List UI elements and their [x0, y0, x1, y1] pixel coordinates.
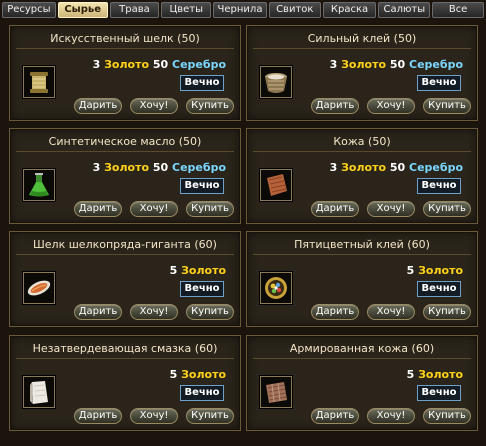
buy-button[interactable]: Купить — [423, 408, 471, 424]
item-card: Сильный клей (50) 3 Золото 50 Серебро Ве… — [246, 25, 478, 121]
item-title: Синтетическое масло (50) — [16, 133, 234, 152]
tab-raw-materials[interactable]: Сырье — [57, 2, 108, 18]
buy-button[interactable]: Купить — [186, 304, 234, 320]
five-color-glue-icon[interactable] — [260, 272, 292, 304]
price-gold-label: Золото — [104, 58, 150, 71]
gift-button[interactable]: Дарить — [74, 408, 122, 424]
gift-button[interactable]: Дарить — [311, 408, 359, 424]
item-title: Незатвердевающая смазка (60) — [16, 340, 234, 359]
price-gold-amount: 5 — [406, 264, 415, 277]
duration-badge: Вечно — [180, 385, 224, 401]
price-gold-label: Золото — [341, 161, 387, 174]
price-gold-amount: 3 — [92, 161, 101, 174]
price-gold-label: Золото — [104, 161, 150, 174]
item-price: 3 Золото 50 Серебро — [330, 58, 463, 71]
item-price: 3 Золото 50 Серебро — [93, 161, 226, 174]
price-silver-amount: 50 — [152, 161, 169, 174]
item-price: 5 Золото — [170, 264, 226, 277]
gift-button[interactable]: Дарить — [311, 201, 359, 217]
item-card: Пятицветный клей (60) 5 Золото Вечно Дар… — [246, 231, 478, 327]
glue-basket-icon[interactable] — [260, 66, 292, 98]
tab-resources[interactable]: Ресурсы — [2, 2, 56, 18]
price-silver-label: Серебро — [409, 161, 463, 174]
price-silver-amount: 50 — [389, 58, 406, 71]
price-gold-label: Золото — [418, 264, 463, 277]
price-gold-label: Золото — [341, 58, 387, 71]
duration-badge: Вечно — [180, 178, 224, 194]
duration-badge: Вечно — [417, 178, 461, 194]
gift-button[interactable]: Дарить — [74, 201, 122, 217]
buy-button[interactable]: Купить — [186, 408, 234, 424]
gift-button[interactable]: Дарить — [311, 98, 359, 114]
want-button[interactable]: Хочу! — [130, 304, 178, 320]
price-gold-label: Золото — [418, 368, 463, 381]
grease-block-icon[interactable] — [23, 376, 55, 408]
tab-paint[interactable]: Краска — [322, 2, 377, 18]
item-title: Шелк шелкопряда-гиганта (60) — [16, 236, 234, 255]
price-gold-amount: 3 — [329, 161, 338, 174]
item-card: Синтетическое масло (50) 3 Золото 50 Сер… — [9, 128, 241, 224]
tab-ink[interactable]: Чернила — [213, 2, 267, 18]
gift-button[interactable]: Дарить — [74, 304, 122, 320]
tab-flowers[interactable]: Цветы — [161, 2, 212, 18]
item-price: 5 Золото — [407, 264, 463, 277]
buy-button[interactable]: Купить — [423, 201, 471, 217]
item-title: Кожа (50) — [253, 133, 471, 152]
price-gold-label: Золото — [181, 368, 226, 381]
price-gold-amount: 3 — [92, 58, 101, 71]
tab-all[interactable]: Все — [432, 2, 484, 18]
price-silver-label: Серебро — [172, 58, 226, 71]
price-silver-label: Серебро — [409, 58, 463, 71]
buy-button[interactable]: Купить — [186, 201, 234, 217]
price-gold-amount: 5 — [169, 368, 178, 381]
item-grid: Искусственный шелк (50) 3 Золото 50 Сере… — [0, 22, 486, 446]
want-button[interactable]: Хочу! — [367, 98, 415, 114]
tab-herbs[interactable]: Трава — [109, 2, 160, 18]
gift-button[interactable]: Дарить — [311, 304, 359, 320]
want-button[interactable]: Хочу! — [130, 201, 178, 217]
gift-button[interactable]: Дарить — [74, 98, 122, 114]
price-gold-amount: 3 — [329, 58, 338, 71]
buy-button[interactable]: Купить — [186, 98, 234, 114]
tab-scroll[interactable]: Свиток — [268, 2, 321, 18]
duration-badge: Вечно — [417, 281, 461, 297]
category-tabs: Ресурсы Сырье Трава Цветы Чернила Свиток… — [2, 2, 484, 18]
reinforced-leather-icon[interactable] — [260, 376, 292, 408]
price-gold-label: Золото — [181, 264, 226, 277]
item-title: Пятицветный клей (60) — [253, 236, 471, 255]
duration-badge: Вечно — [417, 385, 461, 401]
want-button[interactable]: Хочу! — [130, 408, 178, 424]
price-gold-amount: 5 — [169, 264, 178, 277]
silk-thread-spool-icon[interactable] — [23, 66, 55, 98]
buy-button[interactable]: Купить — [423, 98, 471, 114]
item-card: Искусственный шелк (50) 3 Золото 50 Сере… — [9, 25, 241, 121]
item-price: 5 Золото — [407, 368, 463, 381]
want-button[interactable]: Хочу! — [367, 201, 415, 217]
item-card: Армированная кожа (60) 5 Золото Вечно Да… — [246, 335, 478, 431]
green-oil-flask-icon[interactable] — [23, 169, 55, 201]
buy-button[interactable]: Купить — [423, 304, 471, 320]
price-silver-label: Серебро — [172, 161, 226, 174]
tab-fireworks[interactable]: Салюты — [378, 2, 431, 18]
silkworm-cocoon-icon[interactable] — [23, 272, 55, 304]
item-title: Искусственный шелк (50) — [16, 30, 234, 49]
item-price: 5 Золото — [170, 368, 226, 381]
item-price: 3 Золото 50 Серебро — [330, 161, 463, 174]
item-title: Армированная кожа (60) — [253, 340, 471, 359]
item-card: Незатвердевающая смазка (60) 5 Золото Ве… — [9, 335, 241, 431]
want-button[interactable]: Хочу! — [130, 98, 178, 114]
leather-piece-icon[interactable] — [260, 169, 292, 201]
duration-badge: Вечно — [180, 75, 224, 91]
price-silver-amount: 50 — [389, 161, 406, 174]
item-title: Сильный клей (50) — [253, 30, 471, 49]
price-silver-amount: 50 — [152, 58, 169, 71]
duration-badge: Вечно — [180, 281, 224, 297]
item-card: Кожа (50) 3 Золото 50 Серебро Вечно Дари… — [246, 128, 478, 224]
duration-badge: Вечно — [417, 75, 461, 91]
want-button[interactable]: Хочу! — [367, 304, 415, 320]
want-button[interactable]: Хочу! — [367, 408, 415, 424]
item-card: Шелк шелкопряда-гиганта (60) 5 Золото Ве… — [9, 231, 241, 327]
price-gold-amount: 5 — [406, 368, 415, 381]
item-price: 3 Золото 50 Серебро — [93, 58, 226, 71]
